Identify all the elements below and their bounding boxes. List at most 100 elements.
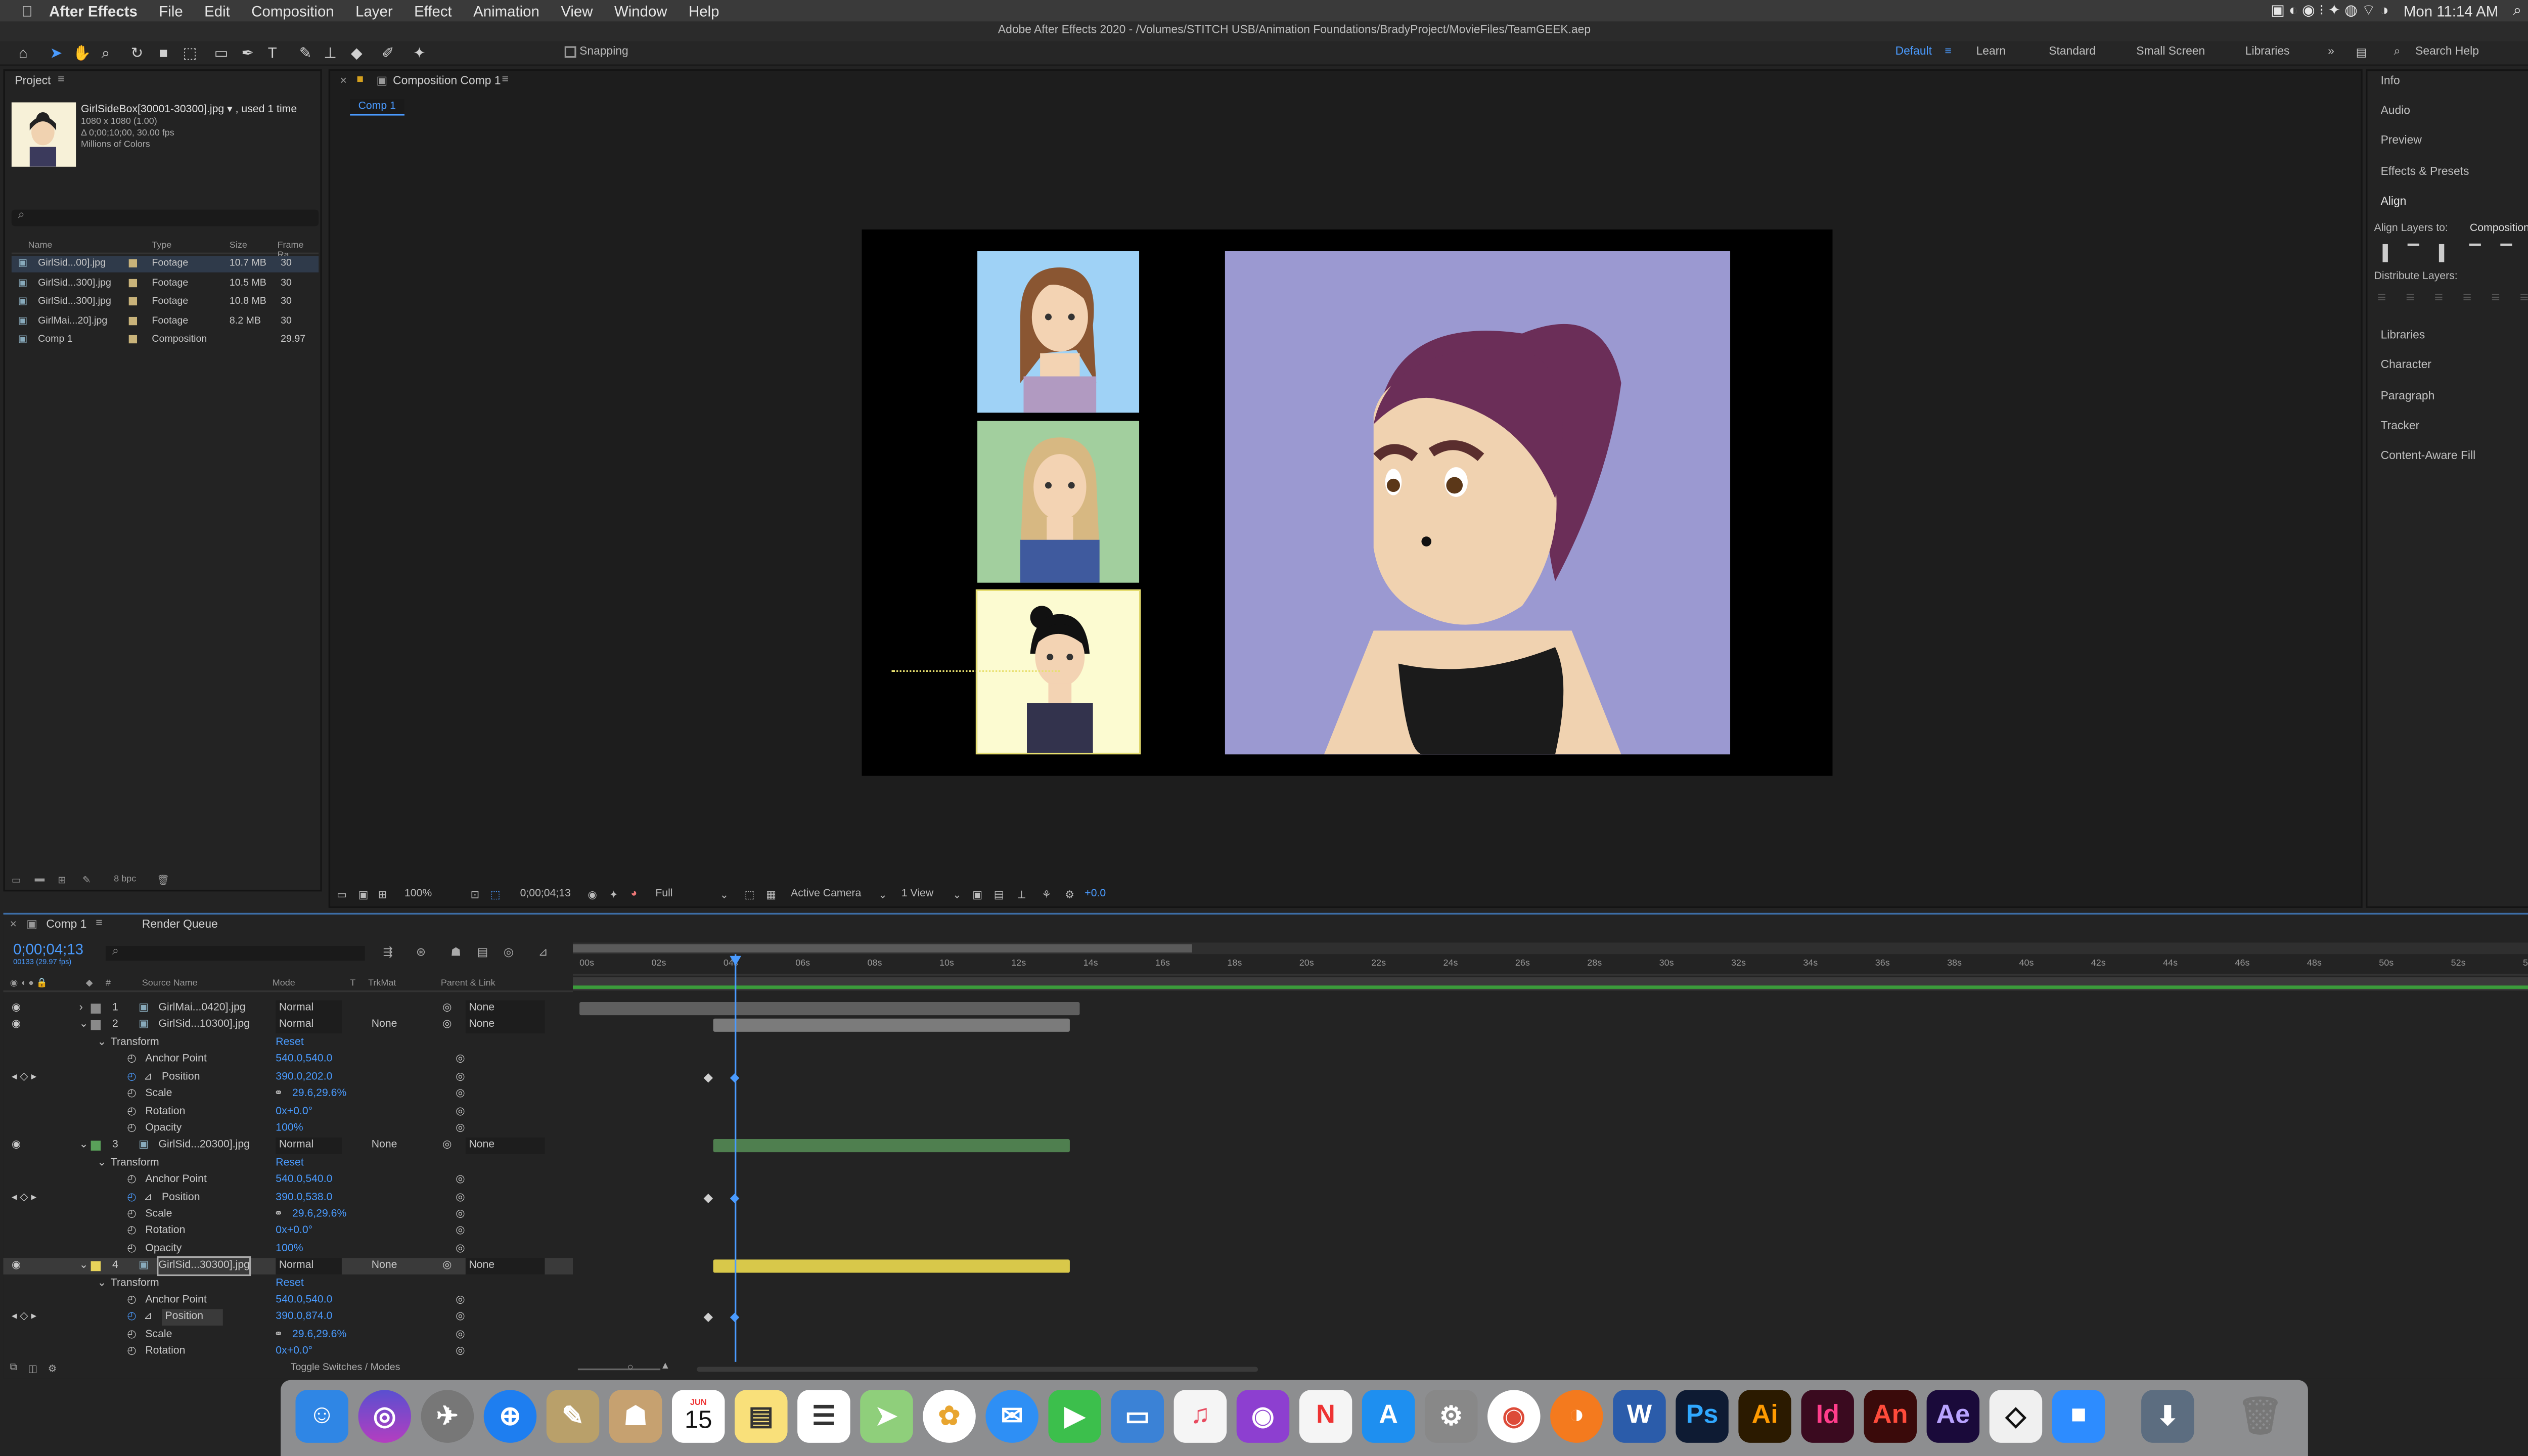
chevron-right-icon[interactable]: › — [79, 1000, 83, 1017]
chevron-down-icon[interactable]: ⌄ — [79, 1017, 88, 1033]
fast-preview-icon[interactable]: ▤ — [994, 888, 1004, 901]
align-buttons[interactable]: ▐▔▌▔▔▁ — [2377, 244, 2528, 261]
property-value[interactable]: 540.0,540.0 — [276, 1172, 332, 1189]
zoom-slider-handle[interactable]: ○ — [627, 1363, 634, 1374]
time-ruler[interactable]: 00s 02s 04s 06s 08s 10s 12s 14s 16s 18s 20s 22s 24s 2… — [573, 954, 2528, 976]
transform-group[interactable]: ⌄ Transform Reset — [4, 1155, 573, 1172]
render-queue-tab[interactable]: Render Queue — [142, 920, 218, 931]
stopwatch-icon[interactable]: ◴ — [127, 1293, 137, 1309]
composition-tab[interactable]: Composition Comp 1 — [393, 76, 501, 87]
monitor-icon[interactable]: ▣ — [358, 888, 369, 901]
col-type[interactable]: Type — [152, 241, 171, 251]
roi-icon[interactable]: ⬚ — [745, 888, 755, 901]
eye-icon[interactable]: ◉ — [12, 1258, 21, 1275]
new-folder-icon[interactable]: ▬ — [35, 875, 45, 885]
pickwhip-icon[interactable]: ◎ — [456, 1121, 465, 1138]
help-search-icon[interactable]: ⌕ — [2394, 46, 2401, 59]
bpc-label[interactable]: 8 bpc — [114, 875, 136, 885]
puppet-tool-icon[interactable]: ✦ — [411, 44, 428, 61]
pickwhip-icon[interactable]: ◎ — [456, 1241, 465, 1258]
project-search-input[interactable]: ⌕ — [11, 209, 319, 226]
info-panel-tab[interactable]: Info — [2381, 76, 2400, 87]
menu-edit[interactable]: Edit — [204, 3, 230, 19]
search-icon[interactable]: ⌕ — [2513, 2, 2521, 20]
frame-blend-icon[interactable]: ▤ — [477, 946, 488, 959]
property-row-scale[interactable]: ◴ Scale ⚭ 29.6,29.6% ◎ — [4, 1086, 573, 1103]
roto-tool-icon[interactable]: ✐ — [380, 44, 396, 61]
pickwhip-icon[interactable]: ◎ — [456, 1344, 465, 1361]
project-item-row[interactable]: ▣ GirlSid...300].jpg Footage 10.5 MB 30 — [12, 275, 319, 292]
pan-behind-tool-icon[interactable]: ⬚ — [182, 44, 198, 61]
character-tab[interactable]: Character — [2381, 360, 2431, 372]
resolution-select[interactable]: Full — [655, 888, 672, 900]
property-value[interactable]: 29.6,29.6% — [292, 1086, 346, 1103]
stopwatch-icon[interactable]: ◴ — [127, 1121, 137, 1138]
menu-help[interactable]: Help — [689, 3, 719, 19]
property-row-scale[interactable]: ◴ Scale ⚭ 29.6,29.6% ◎ — [4, 1207, 573, 1223]
snapping-checkbox[interactable] — [564, 46, 576, 58]
paragraph-tab[interactable]: Paragraph — [2381, 391, 2435, 403]
chevron-down-icon[interactable]: ⌄ — [79, 1258, 88, 1275]
graph-icon[interactable]: ⊿ — [144, 1069, 153, 1086]
home-icon[interactable]: ⌂ — [15, 44, 31, 61]
contacts-icon[interactable]: ☗ — [609, 1390, 662, 1443]
motion-path[interactable] — [891, 670, 1060, 672]
music-icon[interactable]: ♫ — [1173, 1390, 1227, 1443]
show-channel-icon[interactable]: ✦ — [609, 888, 618, 901]
graph-icon[interactable]: ⊿ — [144, 1310, 153, 1327]
property-value[interactable]: 390.0,202.0 — [276, 1069, 332, 1086]
pickwhip-icon[interactable]: ◎ — [442, 1138, 452, 1155]
property-row-opacity[interactable]: ◴ Opacity 100% ◎ — [4, 1241, 573, 1258]
podcasts-icon[interactable]: ◉ — [1236, 1390, 1290, 1443]
reset-link[interactable]: Reset — [276, 1276, 303, 1292]
apple-menu-icon[interactable]:  — [21, 3, 32, 19]
launchpad-icon[interactable]: ✈ — [421, 1390, 474, 1443]
facetime-icon[interactable]: ▶ — [1048, 1390, 1101, 1443]
zoom-app-icon[interactable]: ■ — [2052, 1390, 2105, 1443]
downloads-stack-icon[interactable]: ⬇ — [2141, 1390, 2194, 1443]
close-icon[interactable]: × — [10, 920, 17, 931]
stopwatch-icon[interactable]: ◴ — [127, 1190, 137, 1206]
col-parent[interactable]: Parent & Link — [441, 979, 495, 989]
workspace-standard[interactable]: Standard — [2049, 46, 2096, 58]
app-store-icon[interactable]: A — [1362, 1390, 1415, 1443]
panel-toggle-icon[interactable]: ▤ — [2356, 46, 2367, 60]
property-value[interactable]: 100% — [276, 1241, 303, 1258]
property-row-position[interactable]: ◂ ◇ ▸ ◴ ⊿ Position 390.0,202.0 ◎ — [4, 1069, 573, 1086]
comp-mini-flowchart-icon[interactable]: ⇶ — [383, 946, 393, 959]
trkmat-select[interactable]: None — [372, 1017, 397, 1033]
property-value[interactable]: 29.6,29.6% — [292, 1327, 346, 1344]
type-tool-icon[interactable]: T — [264, 44, 281, 61]
keyframe-nav-icon[interactable]: ◂ ◇ ▸ — [12, 1069, 36, 1086]
after-effects-icon[interactable]: Ae — [1926, 1390, 1980, 1443]
col-t[interactable]: T — [350, 979, 355, 989]
pickwhip-icon[interactable]: ◎ — [456, 1207, 465, 1223]
stopwatch-icon[interactable]: ◴ — [127, 1086, 137, 1103]
keyframe[interactable] — [703, 1193, 713, 1203]
label-swatch[interactable] — [128, 259, 138, 267]
rotate-tool-icon[interactable]: ↻ — [129, 44, 146, 61]
layer-duration-bar[interactable] — [713, 1018, 1070, 1032]
unity-icon[interactable]: ◇ — [1989, 1390, 2043, 1443]
girl-brown-hair-footage[interactable] — [977, 251, 1140, 413]
menu-window[interactable]: Window — [614, 3, 667, 19]
workspace-default[interactable]: Default — [1895, 46, 1932, 58]
search-help-input[interactable]: Search Help — [2415, 46, 2479, 58]
graph-icon[interactable]: ⊿ — [144, 1190, 153, 1206]
camera-select[interactable]: Active Camera — [791, 888, 861, 900]
motion-blur-icon[interactable]: ◎ — [504, 946, 514, 959]
trkmat-select[interactable]: None — [372, 1138, 397, 1155]
composition-canvas[interactable] — [862, 229, 1833, 776]
chevron-down-icon[interactable]: ⌄ — [79, 1138, 88, 1155]
in-out-icon[interactable]: ⚙ — [48, 1363, 57, 1375]
label-swatch[interactable] — [128, 336, 138, 344]
keyframe[interactable] — [703, 1073, 713, 1082]
snapshot-icon[interactable]: ◉ — [588, 888, 597, 901]
parent-select[interactable]: None — [465, 1138, 545, 1155]
property-value[interactable]: 0x+0.0° — [276, 1104, 312, 1120]
view-layout-select[interactable]: 1 View — [901, 888, 933, 900]
workspace-libraries[interactable]: Libraries — [2245, 46, 2290, 58]
news-icon[interactable]: N — [1299, 1390, 1352, 1443]
property-row-anchor[interactable]: ◴ Anchor Point 540.0,540.0 ◎ — [4, 1293, 573, 1309]
camera-tool-icon[interactable]: ■ — [155, 44, 172, 61]
